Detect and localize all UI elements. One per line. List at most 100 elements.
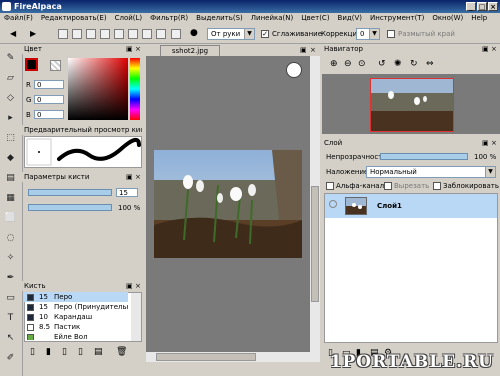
undo-icon[interactable]: ◀ bbox=[10, 29, 20, 39]
eye-visibility-icon[interactable] bbox=[329, 200, 337, 208]
clip-checkbox[interactable] bbox=[384, 182, 392, 190]
export-brush-icon[interactable]: ▯ bbox=[78, 347, 83, 357]
menu-layer[interactable]: Слой(L) bbox=[111, 13, 147, 24]
r-input[interactable]: 0 bbox=[34, 80, 64, 89]
brush-size-input[interactable]: 15 bbox=[116, 188, 138, 197]
close-button[interactable]: × bbox=[488, 2, 498, 11]
zoom-in-icon[interactable]: ⊕ bbox=[330, 59, 338, 69]
horizontal-scroll-thumb[interactable] bbox=[156, 353, 256, 361]
select-eraser-icon[interactable]: ▭ bbox=[4, 292, 17, 305]
pin-icon[interactable]: ▣ bbox=[482, 44, 489, 54]
select-pen-icon[interactable]: ✒ bbox=[4, 272, 17, 285]
layer-row[interactable]: Слой1 bbox=[325, 194, 497, 218]
redo-icon[interactable]: ▶ bbox=[30, 29, 40, 39]
pin-icon[interactable]: ▣ bbox=[126, 281, 133, 291]
brush-size-slider[interactable] bbox=[28, 189, 112, 196]
transparent-swatch[interactable] bbox=[50, 60, 61, 71]
lasso-tool-icon[interactable]: ◌ bbox=[4, 232, 17, 245]
rotate-left-icon[interactable]: ↺ bbox=[378, 59, 386, 69]
brush-list-scrollbar[interactable] bbox=[131, 293, 141, 341]
close-icon[interactable]: × bbox=[491, 44, 497, 54]
brush-settings-icon[interactable]: ▤ bbox=[94, 347, 103, 357]
tab-pin-icon[interactable]: ▣ bbox=[300, 46, 307, 54]
brush-item-pencil[interactable]: 10 Карандаш bbox=[24, 312, 128, 322]
brush-mode-select[interactable]: От руки ▼ bbox=[207, 28, 255, 40]
color-saturation-field[interactable] bbox=[68, 58, 128, 120]
rotate-reset-icon[interactable]: ✺ bbox=[394, 59, 402, 69]
maximize-button[interactable]: □ bbox=[477, 2, 487, 11]
document-tab[interactable]: sshot2.jpg bbox=[160, 45, 220, 56]
menu-file[interactable]: Файл(F) bbox=[0, 13, 37, 24]
vertical-scroll-thumb[interactable] bbox=[311, 186, 319, 302]
blur-edge-checkbox[interactable] bbox=[387, 30, 395, 38]
gradient-tool-icon[interactable]: ▤ bbox=[4, 172, 17, 185]
fill-tool-icon[interactable]: ◆ bbox=[4, 152, 17, 165]
snap-radial-icon[interactable] bbox=[100, 29, 110, 39]
snap-grid-icon[interactable] bbox=[86, 29, 96, 39]
blend-mode-select[interactable]: Нормальный ▼ bbox=[366, 166, 496, 178]
brush-item-pastel[interactable]: 8.5 Пастик bbox=[24, 322, 128, 332]
brush-item-pen-forced[interactable]: 15 Перо (Принудительно) bbox=[24, 302, 128, 312]
menu-help[interactable]: Help bbox=[467, 13, 491, 24]
brush-item-partial[interactable]: Ейле Вол bbox=[24, 332, 128, 340]
snap-settings-icon[interactable] bbox=[171, 29, 181, 39]
transform-tool-icon[interactable]: ⬚ bbox=[4, 132, 17, 145]
canvas-area[interactable] bbox=[146, 56, 310, 362]
menu-color[interactable]: Цвет(C) bbox=[297, 13, 333, 24]
close-icon[interactable]: × bbox=[491, 138, 497, 148]
eyedropper-icon[interactable]: ✐ bbox=[4, 352, 17, 365]
import-brush-icon[interactable]: ▯ bbox=[62, 347, 67, 357]
pin-icon[interactable]: ▣ bbox=[482, 138, 489, 148]
select-tool-icon[interactable]: ⬜ bbox=[4, 212, 17, 225]
minimize-button[interactable]: _ bbox=[466, 2, 476, 11]
menu-tool[interactable]: Инструмент(T) bbox=[366, 13, 428, 24]
duplicate-brush-icon[interactable]: ▮ bbox=[46, 347, 51, 357]
correction-select[interactable]: 0 ▼ bbox=[356, 28, 380, 40]
brush-item-pen[interactable]: 15 Перо bbox=[24, 292, 128, 302]
snap-parallel-icon[interactable] bbox=[72, 29, 82, 39]
smoothing-checkbox[interactable]: ✓ bbox=[261, 30, 269, 38]
zoom-fit-icon[interactable]: ⊙ bbox=[358, 59, 366, 69]
snap-curve-icon[interactable] bbox=[128, 29, 138, 39]
pin-icon[interactable]: ▣ bbox=[126, 44, 133, 54]
brush-opacity-slider[interactable] bbox=[28, 204, 112, 211]
snap-3d-icon[interactable] bbox=[156, 29, 166, 39]
b-input[interactable]: 0 bbox=[34, 110, 64, 119]
menu-filter[interactable]: Фильтр(R) bbox=[146, 13, 192, 24]
primary-color-swatch[interactable] bbox=[25, 58, 38, 71]
menu-view[interactable]: Вид(V) bbox=[334, 13, 366, 24]
snap-circle-icon[interactable] bbox=[114, 29, 124, 39]
figure-tool-icon[interactable]: ▦ bbox=[4, 192, 17, 205]
pin-icon[interactable]: ▣ bbox=[126, 172, 133, 182]
hue-slider[interactable] bbox=[130, 58, 140, 120]
g-input[interactable]: 0 bbox=[34, 95, 64, 104]
tab-close-icon[interactable]: × bbox=[310, 46, 316, 54]
alpha-channel-checkbox[interactable] bbox=[326, 182, 334, 190]
delete-brush-icon[interactable]: 🗑 bbox=[116, 347, 127, 357]
move-tool-icon[interactable]: ▸ bbox=[4, 112, 17, 125]
close-icon[interactable]: × bbox=[135, 172, 141, 182]
rotate-right-icon[interactable]: ↻ bbox=[410, 59, 418, 69]
menu-ruler[interactable]: Линейка(N) bbox=[247, 13, 297, 24]
layer-opacity-slider[interactable] bbox=[380, 153, 468, 160]
snap-perspective-icon[interactable] bbox=[142, 29, 152, 39]
menu-edit[interactable]: Редактировать(E) bbox=[37, 13, 111, 24]
brush-tool-icon[interactable]: ✎ bbox=[4, 52, 17, 65]
text-tool-icon[interactable]: T bbox=[4, 312, 17, 325]
close-icon[interactable]: × bbox=[135, 281, 141, 291]
close-icon[interactable]: × bbox=[135, 44, 141, 54]
canvas-horizontal-scrollbar[interactable] bbox=[146, 352, 310, 362]
magic-wand-icon[interactable]: ✧ bbox=[4, 252, 17, 265]
snap-off-icon[interactable] bbox=[58, 29, 68, 39]
flip-horizontal-icon[interactable]: ⇔ bbox=[426, 59, 434, 69]
navigator-preview[interactable] bbox=[322, 74, 500, 134]
lock-checkbox[interactable] bbox=[433, 182, 441, 190]
new-brush-icon[interactable]: ▯ bbox=[30, 347, 35, 357]
dot-tool-icon[interactable]: ◇ bbox=[4, 92, 17, 105]
menu-select[interactable]: Выделить(S) bbox=[192, 13, 247, 24]
eraser-tool-icon[interactable]: ▱ bbox=[4, 72, 17, 85]
menu-window[interactable]: Окно(W) bbox=[428, 13, 467, 24]
zoom-out-icon[interactable]: ⊖ bbox=[344, 59, 352, 69]
operation-tool-icon[interactable]: ↖ bbox=[4, 332, 17, 345]
canvas-vertical-scrollbar[interactable] bbox=[310, 56, 320, 362]
